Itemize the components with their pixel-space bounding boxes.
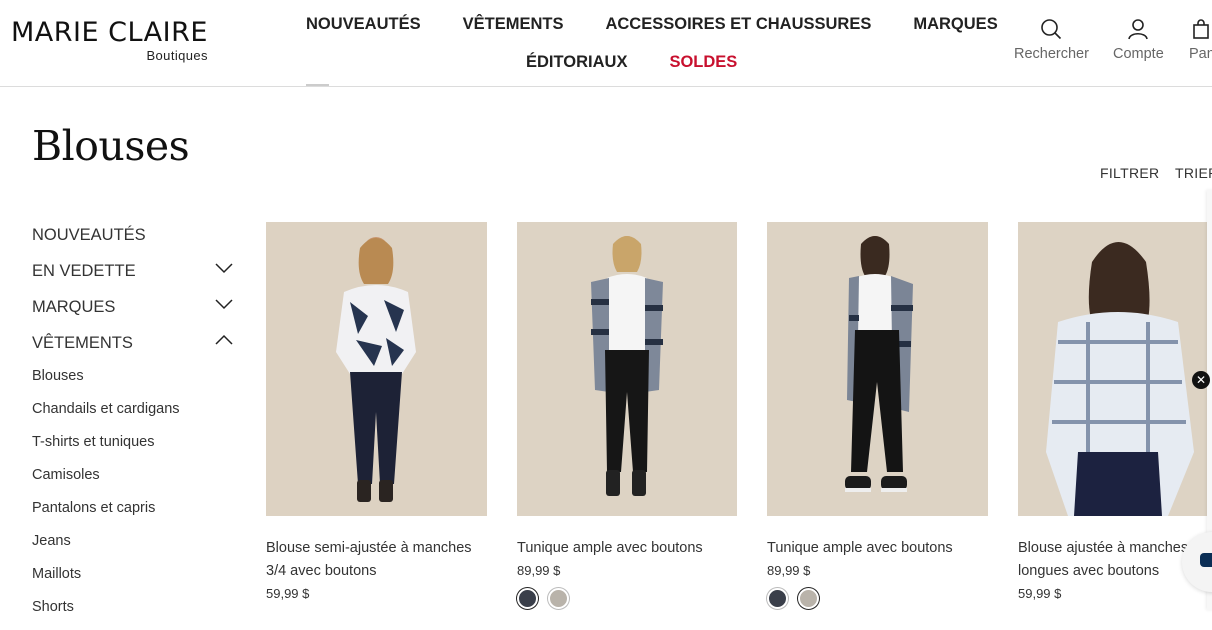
product-name[interactable]: Blouse ajustée à manches longues avec bo… — [1018, 537, 1198, 583]
color-swatches — [517, 588, 737, 609]
nav-item-editoriaux[interactable]: ÉDITORIAUX — [526, 51, 627, 73]
product-card[interactable]: Blouse ajustée à manches longues avec bo… — [1018, 222, 1212, 605]
search-icon — [1041, 19, 1062, 40]
product-image[interactable] — [767, 222, 988, 516]
sidebar-category-label: NOUVEAUTÉS — [32, 226, 146, 244]
product-price: 89,99 $ — [517, 563, 561, 578]
product-image[interactable] — [517, 222, 737, 516]
product-image[interactable] — [266, 222, 487, 516]
main-nav-row-2: ÉDITORIAUX SOLDES — [526, 51, 779, 73]
product-price: 59,99 $ — [1018, 586, 1062, 601]
brand-name: MARIE CLAIRE — [11, 17, 208, 48]
search-button[interactable]: Rechercher — [1014, 18, 1089, 62]
account-label: Compte — [1113, 46, 1164, 62]
sidebar-category-nouveautes[interactable]: NOUVEAUTÉS — [32, 224, 237, 260]
sort-button[interactable]: TRIER — [1175, 165, 1212, 181]
brand-sub: Boutiques — [146, 48, 208, 63]
page-title: Blouses — [32, 122, 190, 170]
product-card[interactable]: Blouse semi-ajustée à manches 3/4 avec b… — [266, 222, 487, 605]
category-sidebar: NOUVEAUTÉS EN VEDETTE MARQUES VÊTEMENTS … — [32, 224, 237, 630]
account-button[interactable]: Compte — [1113, 18, 1164, 62]
color-swatch[interactable] — [548, 588, 569, 609]
color-swatch[interactable] — [798, 588, 819, 609]
sidebar-subitem-blouses[interactable]: Blouses — [32, 366, 237, 399]
product-image[interactable] — [1018, 222, 1212, 516]
sidebar-category-label: MARQUES — [32, 298, 116, 316]
shopping-bag-icon — [1193, 19, 1209, 39]
cart-button[interactable]: Panier — [1189, 18, 1212, 62]
product-name[interactable]: Blouse semi-ajustée à manches 3/4 avec b… — [266, 537, 487, 583]
brand-logo[interactable]: MARIE CLAIRE Boutiques — [11, 17, 208, 64]
sidebar-subitem-pantalons[interactable]: Pantalons et capris — [32, 498, 237, 531]
close-icon[interactable]: ✕ — [1192, 371, 1210, 389]
product-price: 59,99 $ — [266, 586, 310, 601]
search-label: Rechercher — [1014, 46, 1089, 62]
product-name[interactable]: Tunique ample avec boutons — [517, 537, 737, 560]
sidebar-subitem-tshirts[interactable]: T-shirts et tuniques — [32, 432, 237, 465]
nav-item-nouveautes[interactable]: NOUVEAUTÉS — [306, 13, 421, 35]
model-photo — [266, 222, 487, 516]
nav-item-marques[interactable]: MARQUES — [913, 13, 997, 35]
filter-button[interactable]: FILTRER — [1100, 165, 1159, 181]
chevron-up-icon[interactable] — [215, 334, 233, 346]
site-header: MARIE CLAIRE Boutiques NOUVEAUTÉS VÊTEME… — [0, 0, 1212, 87]
chat-icon — [1200, 553, 1212, 567]
user-icon — [1128, 19, 1149, 40]
product-price: 89,99 $ — [767, 563, 811, 578]
model-photo — [1018, 222, 1212, 516]
product-card[interactable]: Tunique ample avec boutons 89,99 $ — [517, 222, 737, 609]
chevron-down-icon[interactable] — [215, 298, 233, 310]
nav-item-accessoires[interactable]: ACCESSOIRES ET CHAUSSURES — [605, 13, 871, 35]
product-name[interactable]: Tunique ample avec boutons — [767, 537, 988, 560]
sidebar-category-marques[interactable]: MARQUES — [32, 296, 237, 332]
product-card[interactable]: Tunique ample avec boutons 89,99 $ — [767, 222, 988, 609]
sidebar-category-en-vedette[interactable]: EN VEDETTE — [32, 260, 237, 296]
sidebar-subitem-shorts[interactable]: Shorts — [32, 597, 237, 630]
nav-item-vetements[interactable]: VÊTEMENTS — [463, 13, 564, 35]
sidebar-subitem-jeans[interactable]: Jeans — [32, 531, 237, 564]
nav-item-soldes[interactable]: SOLDES — [669, 51, 737, 73]
sidebar-subitem-maillots[interactable]: Maillots — [32, 564, 237, 597]
sidebar-subitem-camisoles[interactable]: Camisoles — [32, 465, 237, 498]
cart-label: Panier — [1189, 46, 1212, 62]
color-swatch[interactable] — [767, 588, 788, 609]
nav-active-indicator — [306, 84, 329, 86]
color-swatch[interactable] — [517, 588, 538, 609]
sidebar-subitem-chandails[interactable]: Chandails et cardigans — [32, 399, 237, 432]
color-swatches — [767, 588, 988, 609]
sidebar-category-label: VÊTEMENTS — [32, 334, 133, 352]
chevron-down-icon[interactable] — [215, 262, 233, 274]
sidebar-category-label: EN VEDETTE — [32, 262, 136, 280]
model-photo — [767, 222, 988, 516]
sidebar-category-vetements[interactable]: VÊTEMENTS — [32, 332, 237, 366]
model-photo — [517, 222, 737, 516]
main-nav-row-1: NOUVEAUTÉS VÊTEMENTS ACCESSOIRES ET CHAU… — [306, 13, 1040, 35]
